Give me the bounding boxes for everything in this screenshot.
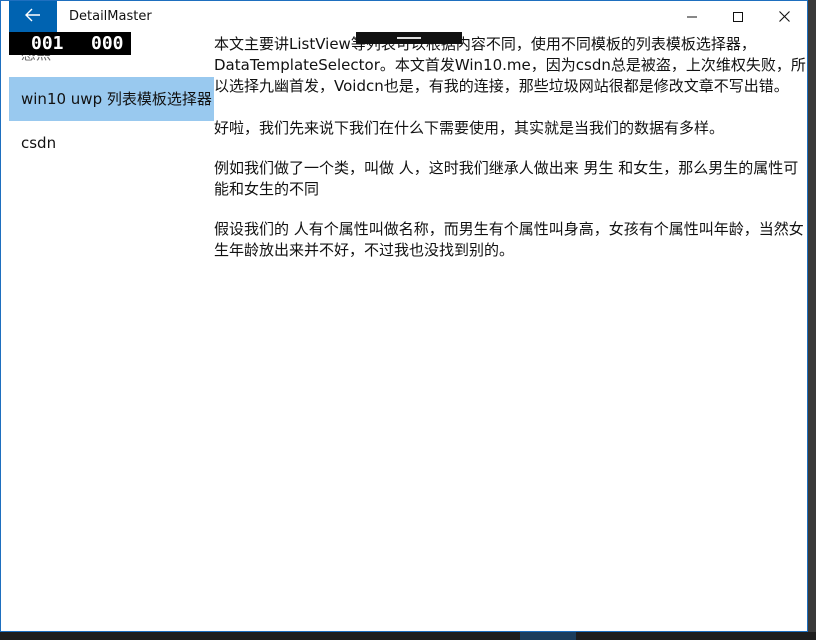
maximize-button[interactable] (715, 1, 761, 32)
background-status-bar (0, 632, 816, 640)
minimize-icon (687, 7, 697, 26)
detail-paragraph: 假设我们的 人有个属性叫做名称，而男生有个属性叫身高，女孩有个属性叫年龄，当然女… (214, 220, 804, 259)
frame-rate-value: 000 (91, 33, 124, 54)
close-button[interactable] (761, 1, 807, 32)
detail-paragraph: 例如我们做了一个类，叫做 人，这时我们继承人做出来 男生 和女生，那么男生的属性… (214, 159, 799, 198)
drag-handle-icon[interactable] (397, 37, 421, 39)
list-item[interactable]: csdn (9, 121, 214, 165)
list-item-label: csdn (21, 134, 57, 152)
back-arrow-icon (25, 7, 41, 26)
maximize-icon (733, 7, 743, 26)
background-ide-strip (808, 0, 816, 640)
detail-pane: 本文主要讲ListView等列表可以根据内容不同，使用不同模板的列表模板选择器，… (214, 32, 806, 261)
close-icon (778, 7, 790, 26)
frame-rate-value: 001 (31, 33, 64, 54)
detail-paragraph: 本文主要讲ListView等列表可以根据内容不同，使用不同模板的列表模板选择器，… (214, 35, 806, 95)
back-button[interactable] (9, 1, 57, 32)
frame-rate-counter: 001 000 (9, 32, 131, 55)
title-bar[interactable]: DetailMaster (1, 1, 807, 32)
app-window: DetailMaster 感熙 win10 uwp 列表模板选择器 csdn (0, 0, 808, 632)
detail-paragraph: 好啦，我们先来说下我们在什么下需要使用，其实就是当我们的数据有多样。 (214, 119, 725, 137)
list-item-selected[interactable]: win10 uwp 列表模板选择器 (9, 77, 214, 121)
minimize-button[interactable] (669, 1, 715, 32)
window-title: DetailMaster (69, 9, 152, 24)
debug-toolbar[interactable] (356, 32, 462, 44)
status-bar-accent (520, 632, 576, 640)
master-list: 感熙 win10 uwp 列表模板选择器 csdn (9, 32, 214, 631)
list-item-label: win10 uwp 列表模板选择器 (21, 90, 212, 108)
